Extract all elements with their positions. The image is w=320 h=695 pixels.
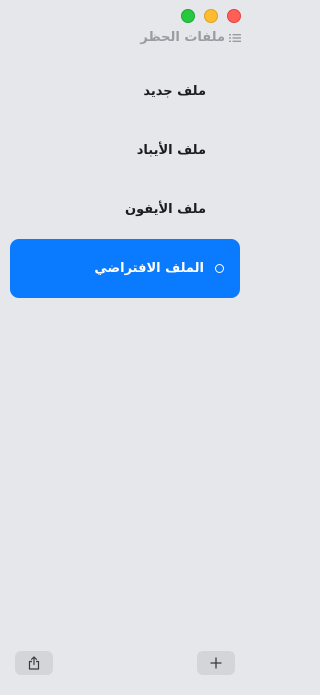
minimize-window-button[interactable]	[204, 9, 218, 23]
profile-item-iphone[interactable]: ملف الأيفون	[10, 180, 240, 239]
zoom-window-button[interactable]	[181, 9, 195, 23]
profile-item-label: الملف الافتراضي	[94, 261, 204, 276]
profile-item-label: ملف الأيفون	[125, 202, 206, 217]
plus-icon	[210, 657, 222, 669]
profile-item-default[interactable]: الملف الافتراضي	[10, 239, 240, 298]
active-profile-indicator-icon	[215, 264, 224, 273]
add-profile-button[interactable]	[197, 651, 235, 675]
profile-item-ipad[interactable]: ملف الأيباد	[10, 121, 240, 180]
profiles-window: ملفات الحظر ملف جديد ملف الأيباد ملف الأ…	[0, 0, 250, 695]
window-title: ملفات الحظر	[140, 30, 225, 45]
close-window-button[interactable]	[227, 9, 241, 23]
profile-item-label: ملف جديد	[143, 84, 206, 99]
share-button[interactable]	[15, 651, 53, 675]
window-controls	[181, 9, 241, 23]
profiles-list: ملف جديد ملف الأيباد ملف الأيفون الملف ا…	[10, 62, 240, 298]
profile-item-label: ملف الأيباد	[136, 143, 206, 158]
window-title-bar: ملفات الحظر	[140, 30, 241, 45]
share-icon	[28, 656, 40, 670]
list-icon	[229, 33, 241, 42]
profile-item-new[interactable]: ملف جديد	[10, 62, 240, 121]
